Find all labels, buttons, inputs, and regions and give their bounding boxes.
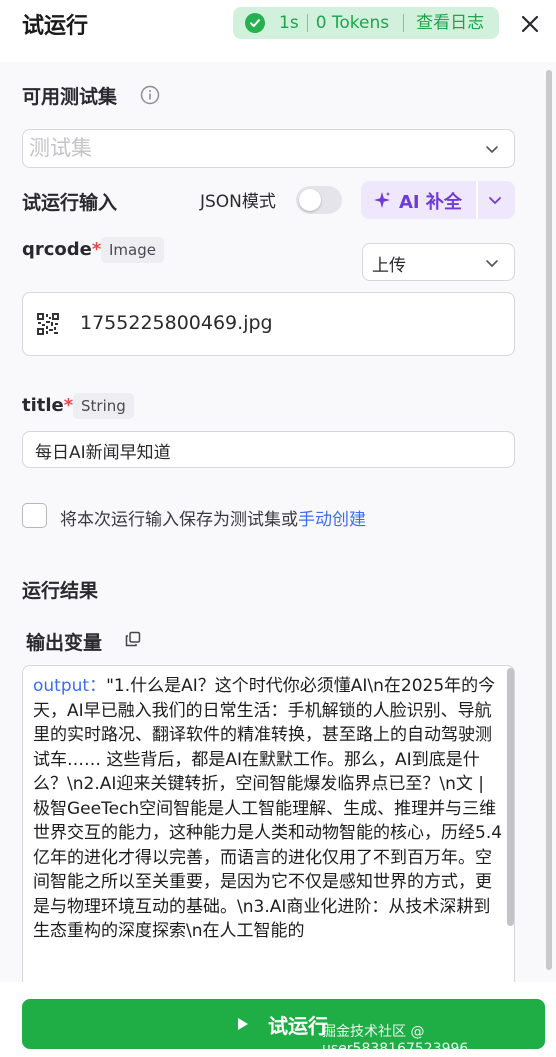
watermark: 掘金技术社区 @ user5838167523996	[322, 1024, 469, 1057]
run-time: 1s	[279, 13, 299, 33]
panel-scrollbar[interactable]	[546, 70, 552, 970]
close-button[interactable]	[516, 10, 544, 38]
uploaded-file[interactable]: 1755225800469.jpg	[22, 292, 515, 356]
output-key: output	[33, 676, 90, 696]
json-mode-toggle[interactable]	[296, 186, 342, 214]
close-icon	[521, 15, 539, 33]
success-check-icon	[245, 13, 265, 33]
field-name-title: title*	[22, 395, 74, 416]
title-input-value: 每日AI新闻早知道	[35, 443, 171, 463]
chevron-down-icon	[486, 260, 498, 267]
required-marker: *	[91, 239, 102, 260]
test-set-placeholder: 测试集	[29, 136, 92, 160]
save-as-test-set-checkbox[interactable]	[22, 503, 47, 528]
chevron-down-icon	[486, 146, 498, 153]
manual-create-link[interactable]: 手动创建	[298, 510, 366, 530]
chevron-down-icon[interactable]	[487, 192, 503, 208]
source-select[interactable]: 上传	[362, 243, 515, 281]
ai-fill-button[interactable]: AI 补全	[361, 181, 515, 219]
token-count: 0 Tokens	[315, 13, 390, 33]
ai-fill-label: AI 补全	[399, 192, 462, 213]
panel-title: 试运行	[22, 14, 89, 39]
view-logs-link[interactable]: 查看日志	[403, 14, 484, 32]
test-set-select[interactable]: 测试集	[22, 129, 515, 168]
header: 试运行 1s 0 Tokens 查看日志	[0, 0, 556, 54]
toggle-knob	[299, 189, 321, 211]
output-value: "1.什么是AI？这个时代你必须懂AI\n在2025年的今天，AI早已融入我们的…	[33, 676, 503, 941]
copy-icon[interactable]	[125, 631, 141, 647]
field-name-qrcode: qrcode*	[22, 239, 102, 260]
output-variables-label: 输出变量	[26, 632, 103, 654]
output-text: output："1.什么是AI？这个时代你必须懂AI\n在2025年的今天，AI…	[33, 674, 503, 944]
qr-code-thumbnail	[37, 313, 59, 335]
info-icon[interactable]	[140, 85, 160, 105]
output-key-separator: ：	[89, 676, 107, 696]
file-name: 1755225800469.jpg	[80, 312, 273, 334]
type-tag-string: String	[73, 393, 134, 419]
type-tag-image: Image	[101, 237, 164, 263]
required-marker: *	[63, 395, 74, 416]
ai-button-divider	[476, 181, 478, 219]
source-select-value: 上传	[372, 256, 406, 276]
json-mode-label: JSON模式	[200, 192, 276, 212]
title-input[interactable]: 每日AI新闻早知道	[22, 431, 515, 468]
output-panel: output："1.什么是AI？这个时代你必须懂AI\n在2025年的今天，AI…	[22, 665, 515, 995]
run-input-label: 试运行输入	[22, 192, 118, 214]
run-result-label: 运行结果	[22, 580, 99, 602]
output-scrollbar[interactable]	[507, 668, 514, 926]
save-as-test-set-text: 将本次运行输入保存为测试集或手动创建	[60, 510, 366, 530]
test-set-label: 可用测试集	[22, 86, 118, 108]
sparkle-icon	[374, 192, 390, 208]
status-divider	[306, 14, 308, 32]
run-status-badge: 1s 0 Tokens 查看日志	[233, 7, 499, 39]
test-run-label: 试运行	[268, 1014, 328, 1038]
play-icon	[238, 1018, 248, 1030]
